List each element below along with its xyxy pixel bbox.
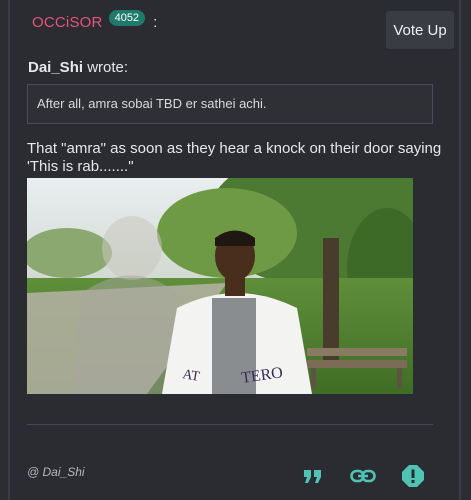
reputation-badge: 4052 — [108, 10, 146, 26]
post-gif-image[interactable]: TERO AT — [27, 178, 413, 394]
link-icon[interactable] — [349, 462, 377, 490]
quote-author-name[interactable]: Dai_Shi — [28, 59, 83, 76]
header-colon: : — [153, 13, 158, 31]
quote-box: After all, amra sobai TBD er sathei achi… — [27, 84, 433, 124]
left-border — [8, 0, 10, 500]
quote-text: After all, amra sobai TBD er sathei achi… — [37, 96, 267, 111]
quote-icon[interactable] — [299, 462, 327, 490]
gif-scene: TERO AT — [27, 178, 413, 394]
svg-text:AT: AT — [181, 367, 201, 385]
post-actions — [299, 462, 427, 490]
vote-up-button[interactable]: Vote Up — [386, 11, 454, 49]
right-border — [459, 0, 461, 500]
report-icon[interactable] — [399, 462, 427, 490]
post-body-text: That "amra" as soon as they hear a knock… — [27, 140, 442, 175]
quote-wrote-label: wrote: — [83, 59, 129, 76]
forum-page: OCCiSOR 4052 : Vote Up Dai_Shi wrote: Af… — [0, 0, 471, 500]
post-username[interactable]: OCCiSOR — [32, 14, 103, 31]
forum-post: OCCiSOR 4052 : Vote Up Dai_Shi wrote: Af… — [14, 0, 459, 500]
post-header: OCCiSOR 4052 : — [32, 10, 158, 33]
quote-author-line: Dai_Shi wrote: — [28, 59, 128, 76]
footer-divider — [27, 424, 433, 425]
footer-mention[interactable]: @ Dai_Shi — [27, 465, 85, 479]
